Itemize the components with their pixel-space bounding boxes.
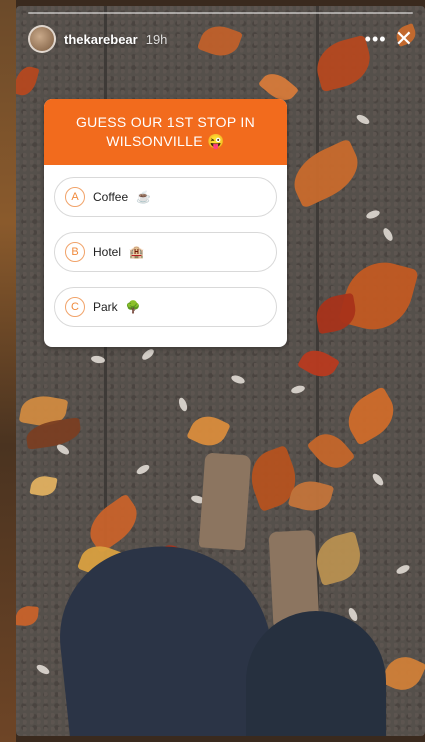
leaf bbox=[186, 410, 231, 452]
petal bbox=[365, 208, 381, 221]
leaf bbox=[80, 493, 147, 554]
tree-icon: 🌳 bbox=[125, 300, 141, 314]
leaf bbox=[339, 386, 403, 446]
story-header: thekarebear 19h ••• ✕ bbox=[28, 24, 413, 54]
leaf bbox=[16, 605, 39, 627]
coffee-icon: ☕ bbox=[136, 190, 152, 204]
leaf bbox=[380, 650, 425, 697]
leaf bbox=[16, 63, 40, 99]
quiz-option-hotel[interactable]: B Hotel 🏨 bbox=[54, 232, 277, 272]
petal bbox=[55, 442, 71, 457]
story-frame[interactable]: thekarebear 19h ••• ✕ GUESS OUR 1ST STOP… bbox=[16, 6, 425, 736]
option-letter: C bbox=[65, 297, 85, 317]
more-icon[interactable]: ••• bbox=[365, 29, 387, 50]
quiz-options: A Coffee ☕ B Hotel 🏨 C Park 🌳 bbox=[44, 165, 287, 327]
petal bbox=[35, 662, 51, 677]
quiz-option-coffee[interactable]: A Coffee ☕ bbox=[54, 177, 277, 217]
close-icon[interactable]: ✕ bbox=[395, 28, 413, 50]
username[interactable]: thekarebear bbox=[64, 32, 138, 47]
option-label: Coffee bbox=[93, 190, 129, 204]
leaf bbox=[29, 473, 58, 499]
hotel-icon: 🏨 bbox=[129, 245, 144, 259]
left-shoe bbox=[198, 452, 252, 551]
option-label: Park bbox=[93, 300, 118, 314]
leaf bbox=[306, 426, 356, 476]
option-letter: B bbox=[65, 242, 85, 262]
petal bbox=[140, 347, 156, 362]
leaf bbox=[310, 530, 367, 587]
right-leg bbox=[246, 611, 386, 736]
leaf bbox=[313, 292, 359, 335]
leaf bbox=[284, 138, 368, 209]
quiz-sticker: GUESS OUR 1ST STOP IN WILSONVILLE 😜 A Co… bbox=[44, 99, 287, 347]
quiz-question: GUESS OUR 1ST STOP IN WILSONVILLE 😜 bbox=[44, 99, 287, 165]
quiz-option-park[interactable]: C Park 🌳 bbox=[54, 287, 277, 327]
avatar[interactable] bbox=[28, 25, 56, 53]
petal bbox=[135, 462, 151, 477]
option-label: Hotel bbox=[93, 245, 122, 259]
story-progress-bar bbox=[28, 12, 413, 14]
petal bbox=[177, 396, 189, 413]
petal bbox=[370, 471, 386, 488]
previous-story-edge[interactable] bbox=[0, 0, 16, 742]
petal bbox=[230, 373, 246, 386]
petal bbox=[395, 563, 411, 576]
petal bbox=[355, 112, 371, 127]
option-letter: A bbox=[65, 187, 85, 207]
petal bbox=[290, 384, 306, 395]
petal bbox=[381, 226, 395, 243]
timestamp: 19h bbox=[145, 31, 168, 47]
